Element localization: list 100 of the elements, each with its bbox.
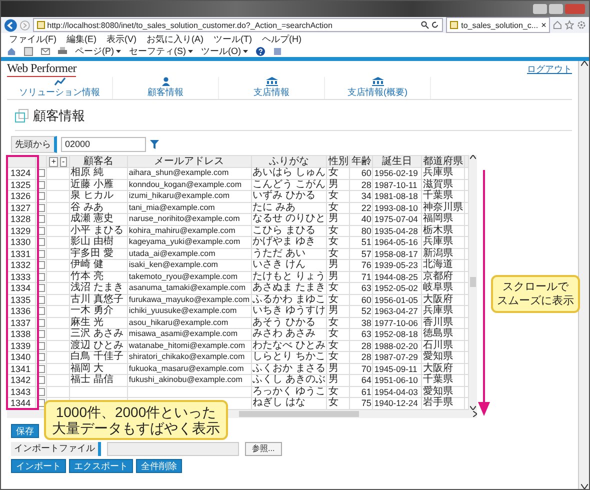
table-cell: 1945-09-11 <box>372 363 422 374</box>
table-cell: 女 <box>326 294 350 306</box>
nav-tab[interactable]: 支店情報 <box>219 77 325 99</box>
column-header[interactable]: 都道府県 <box>422 156 464 168</box>
table-cell: fukushi_akinobu@example.com <box>127 374 252 386</box>
search-field[interactable]: 02000 <box>61 136 146 152</box>
caret-icon <box>116 50 121 52</box>
filter-icon[interactable] <box>150 140 159 148</box>
menu-item[interactable]: 表示(V) <box>106 32 136 46</box>
table-cell: 男 <box>326 363 350 374</box>
table-cell: 男 <box>326 374 350 386</box>
table-cell: misawa_asami@example.com <box>127 328 252 340</box>
table-cell: 岐阜県 <box>422 282 464 294</box>
table-cell: 新潟県 <box>422 248 464 260</box>
header-button[interactable]: - <box>60 157 67 167</box>
table-cell: 千葉県 <box>422 374 464 386</box>
printer-icon[interactable] <box>58 47 67 55</box>
nav-tab[interactable]: 支店情報(概要) <box>325 77 431 99</box>
table-cell: なるせ のりひと <box>251 214 327 225</box>
table-cell: asanuma_tamaki@example.com <box>127 282 252 294</box>
menu-item[interactable]: 編集(E) <box>66 32 96 46</box>
table-cell: 浅沼 たまき <box>69 282 128 294</box>
scroll-thumb[interactable] <box>470 277 476 288</box>
action-button[interactable]: エクスポート <box>69 458 133 472</box>
table-cell: 古川 真悠子 <box>69 294 128 306</box>
column-header[interactable]: 顧客名 <box>69 156 128 168</box>
table-cell: 1952-05-02 <box>372 282 422 294</box>
column-header[interactable]: メールアドレス <box>127 156 252 168</box>
table-cell: 北海道 <box>422 260 464 271</box>
nav-tab[interactable]: 顧客情報 <box>113 77 219 99</box>
row-number: 1330 <box>8 236 36 248</box>
table-cell: 男 <box>326 214 350 225</box>
table-cell: 1958-08-17 <box>372 248 422 260</box>
browser-tab[interactable]: to_sales_solution_c... × <box>446 17 550 33</box>
toolbar-menu[interactable]: セーフティ(S) <box>129 44 193 58</box>
toolbar-menu[interactable]: ページ(P) <box>75 44 121 58</box>
address-field[interactable]: http://localhost:8080/inet/to_sales_solution_customer.do?_Action_=searchAction <box>33 18 444 32</box>
table-cell: 女 <box>326 340 350 352</box>
table-cell: 女 <box>326 248 350 260</box>
row-number: 1336 <box>8 306 36 317</box>
table-cell: 女 <box>326 190 350 202</box>
table-cell: 1993-08-10 <box>372 202 422 214</box>
tab-close[interactable]: × <box>541 20 546 30</box>
back-icon[interactable] <box>4 18 18 32</box>
scroll-thumb[interactable] <box>239 410 359 416</box>
column-header[interactable]: ふりがな <box>251 156 327 168</box>
table-cell: 女 <box>326 317 350 328</box>
match-mode-button[interactable]: 先頭から <box>11 136 57 152</box>
table-cell: 大阪府 <box>422 294 464 306</box>
star-icon[interactable] <box>565 20 574 30</box>
table-cell: 1956-01-05 <box>372 294 422 306</box>
callout-text: スクロールで <box>502 280 570 294</box>
column-header[interactable]: 性別 <box>326 156 350 168</box>
action-button[interactable]: インポート <box>11 458 66 472</box>
table-cell: 神奈川県 <box>422 202 464 214</box>
action-button[interactable]: 全件削除 <box>136 458 182 472</box>
table-cell: こんどう こがん <box>251 179 327 190</box>
search-icon[interactable] <box>421 21 430 29</box>
menu-item[interactable]: ファイル(F) <box>9 32 56 46</box>
table-cell: ふくし あきのぶ <box>251 374 327 386</box>
menu-item[interactable]: お気に入り(A) <box>146 32 204 46</box>
menu-item[interactable]: ツール(T) <box>214 32 252 46</box>
table-cell: 女 <box>326 352 350 363</box>
page-scrollbar[interactable] <box>578 61 589 489</box>
table-cell: 1975-07-04 <box>372 214 422 225</box>
column-header[interactable]: 誕生日 <box>372 156 422 168</box>
column-header[interactable]: 年齢 <box>350 156 373 168</box>
page-icon <box>450 21 458 29</box>
menu-item[interactable]: ヘルプ(H) <box>262 32 302 46</box>
table-cell: fukuoka_masaru@example.com <box>127 363 252 374</box>
header-button[interactable]: + <box>49 157 58 167</box>
mail-icon[interactable] <box>41 48 50 54</box>
refresh-icon[interactable] <box>431 21 440 29</box>
table-cell: 泉 ヒカル <box>69 190 128 202</box>
page-title: 顧客情報 <box>33 107 85 125</box>
table-cell: 影山 由樹 <box>69 236 128 248</box>
file-field[interactable] <box>107 442 239 456</box>
logout-link[interactable]: ログアウト <box>527 62 572 76</box>
row-number: 1329 <box>8 225 36 236</box>
table-cell: こひら まひる <box>251 225 327 236</box>
gear-icon[interactable] <box>577 20 586 30</box>
callout-text: 1000件、2000件といった <box>54 404 218 420</box>
table-cell: 1940-12-24 <box>372 398 422 409</box>
table-cell: 22 <box>350 202 373 214</box>
row-number: 1331 <box>8 248 36 260</box>
table-cell: 女 <box>326 398 350 409</box>
table-cell: しらとり ちかこ <box>251 352 327 363</box>
home-icon[interactable] <box>553 20 562 30</box>
table-cell: 40 <box>350 214 373 225</box>
help-icon[interactable] <box>256 46 265 56</box>
table-cell: 福岡 大 <box>69 363 128 374</box>
save-button[interactable]: 保存 <box>11 424 39 438</box>
table-cell: わたなべ ひとみ <box>251 340 327 352</box>
table-cell: 男 <box>326 260 350 271</box>
row-number: 1326 <box>8 190 36 202</box>
row-number: 1333 <box>8 271 36 282</box>
vertical-scrollbar[interactable] <box>469 155 477 410</box>
browse-button[interactable]: 参照... <box>245 442 282 456</box>
nav-tab[interactable]: ソリューション情報 <box>7 77 113 99</box>
toolbar-menu[interactable]: ツール(O) <box>201 44 248 58</box>
